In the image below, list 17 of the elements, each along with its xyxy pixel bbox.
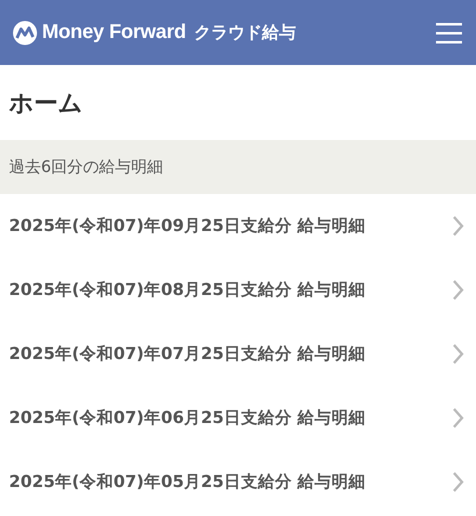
- payslip-item[interactable]: 2025年(令和07)年07月25日支給分 給与明細: [0, 322, 476, 386]
- product-name: クラウド給与: [194, 22, 296, 44]
- chevron-icon: [452, 215, 464, 237]
- chevron-icon: [452, 343, 464, 365]
- payslip-item[interactable]: 2025年(令和07)年08月25日支給分 給与明細: [0, 258, 476, 322]
- chevron-icon: [452, 471, 464, 493]
- section-title: 過去6回分の給与明細: [9, 156, 164, 178]
- page-title: ホーム: [9, 88, 83, 118]
- brand-logo[interactable]: Money Forward: [42, 21, 186, 44]
- logo-icon: [12, 20, 38, 46]
- payslip-item[interactable]: 2025年(令和07)年06月25日支給分 給与明細: [0, 386, 476, 450]
- menu-icon: [434, 20, 464, 44]
- menu-button[interactable]: [434, 20, 464, 44]
- chevron-icon: [452, 279, 464, 301]
- payslip-item[interactable]: 2025年(令和07)年05月25日支給分 給与明細: [0, 450, 476, 514]
- chevron-icon: [452, 407, 464, 429]
- payslip-item[interactable]: 2025年(令和07)年09月25日支給分 給与明細: [0, 194, 476, 258]
